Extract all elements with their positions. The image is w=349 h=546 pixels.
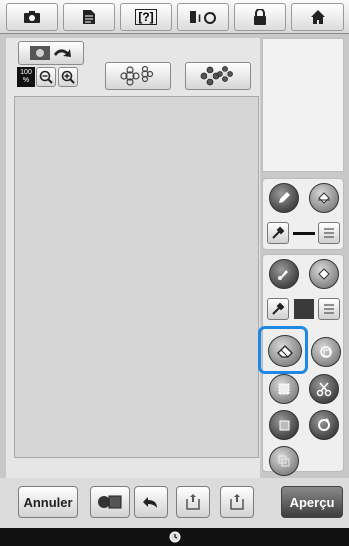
selection-box-icon	[278, 383, 290, 395]
help-button[interactable]: [?]	[120, 3, 172, 31]
zoom-out-icon	[39, 70, 53, 84]
zoom-level-value: 100	[20, 69, 32, 76]
apercu-label: Aperçu	[289, 494, 335, 510]
annuler-label: Annuler	[23, 494, 73, 510]
shapes-button[interactable]	[90, 486, 130, 518]
pencil-icon	[279, 192, 290, 203]
stitch-pattern-icon	[324, 304, 334, 314]
flower-arrow-icon	[30, 46, 71, 60]
zoom-in-icon	[61, 70, 75, 84]
select-area-button[interactable]	[269, 374, 299, 404]
help-icon: [?]	[135, 9, 157, 25]
scissors-icon	[316, 382, 332, 397]
eyedropper-icon	[272, 302, 285, 315]
fill-bucket-icon	[318, 192, 330, 204]
zoom-in-button[interactable]	[58, 67, 78, 87]
undo-icon	[143, 497, 157, 508]
clock-icon	[169, 531, 180, 543]
svg-text:I: I	[198, 13, 201, 25]
image-import-button[interactable]	[18, 41, 84, 65]
file-button[interactable]	[63, 3, 115, 31]
preview-thumbnail	[262, 38, 344, 172]
region-dropper-button[interactable]	[267, 298, 289, 320]
annuler-button[interactable]: Annuler	[18, 486, 78, 518]
rotate-icon	[318, 418, 330, 431]
save-file-icon	[230, 494, 244, 510]
drawing-canvas[interactable]	[14, 96, 259, 458]
apercu-button[interactable]: Aperçu	[281, 486, 343, 518]
region-color-swatch	[294, 299, 314, 319]
lock-button[interactable]	[234, 3, 286, 31]
shapes-icon	[98, 495, 122, 509]
flower-outline-icon	[120, 65, 154, 86]
illustration-flower-button[interactable]	[185, 62, 251, 90]
line-pen-button[interactable]	[269, 183, 299, 213]
home-icon	[310, 10, 325, 24]
home-button[interactable]	[291, 3, 344, 31]
paste-icon	[278, 455, 290, 467]
zoom-level-unit: %	[22, 77, 30, 84]
stamp-button[interactable]	[311, 337, 341, 367]
line-color-swatch	[293, 232, 315, 235]
rotate-button[interactable]	[309, 410, 339, 440]
stamp-icon	[320, 346, 332, 358]
eyedropper-icon	[272, 226, 285, 239]
line-type-button[interactable]	[318, 222, 340, 244]
brush-icon	[278, 270, 288, 280]
top-toolbar: [?] I	[0, 0, 349, 34]
save-file-button[interactable]	[220, 486, 254, 518]
selected-tool-highlight	[258, 326, 308, 374]
zoom-out-button[interactable]	[36, 67, 56, 87]
undo-button[interactable]	[134, 486, 168, 518]
line-art-flower-button[interactable]	[105, 62, 171, 90]
cut-button[interactable]	[309, 374, 339, 404]
language-button[interactable]: I	[177, 3, 229, 31]
camera-button[interactable]	[6, 3, 58, 31]
open-file-icon	[186, 494, 200, 510]
lines-icon	[324, 228, 334, 238]
line-fill-button[interactable]	[309, 183, 339, 213]
document-icon	[83, 10, 95, 24]
region-stitch-button[interactable]	[318, 298, 340, 320]
region-fill-icon	[318, 268, 330, 280]
zoom-level-indicator: 100%	[17, 67, 35, 87]
flower-filled-icon	[200, 66, 233, 86]
line-dropper-button[interactable]	[267, 222, 289, 244]
lock-icon	[254, 9, 266, 25]
language-icon: I	[190, 11, 216, 25]
copy-icon	[279, 420, 290, 431]
camera-icon	[24, 11, 40, 23]
open-file-button[interactable]	[176, 486, 210, 518]
copy-button[interactable]	[269, 410, 299, 440]
region-fill-button[interactable]	[309, 259, 339, 289]
paste-button[interactable]	[269, 446, 299, 476]
status-bar	[0, 528, 349, 546]
region-brush-button[interactable]	[269, 259, 299, 289]
